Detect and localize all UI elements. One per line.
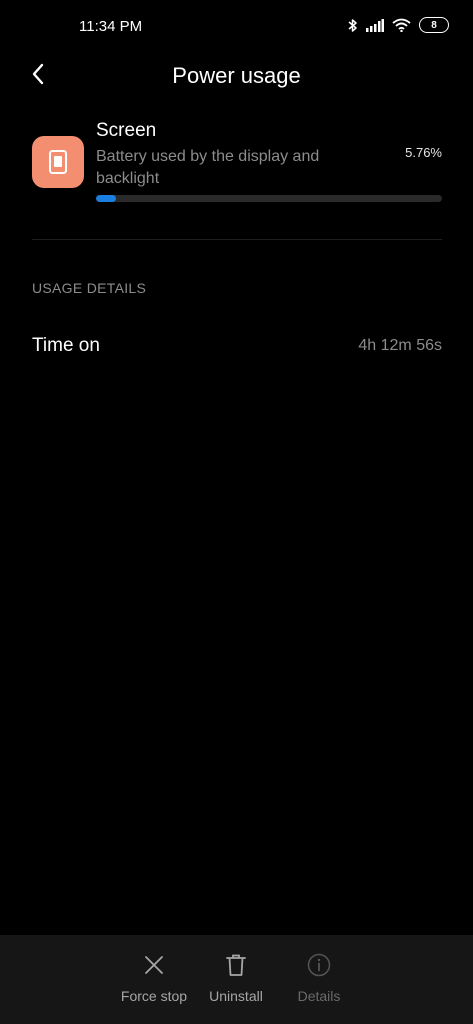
trash-icon bbox=[224, 953, 248, 982]
signal-icon bbox=[366, 18, 384, 32]
page-title: Power usage bbox=[172, 63, 301, 88]
usage-percent: 5.76% bbox=[405, 145, 442, 160]
usage-progress-fill bbox=[96, 195, 116, 202]
battery-icon: 8 bbox=[419, 17, 449, 33]
detail-row-time-on: Time on 4h 12m 56s bbox=[32, 333, 442, 361]
wifi-icon bbox=[392, 18, 411, 32]
divider bbox=[32, 239, 442, 240]
force-stop-button[interactable]: Force stop bbox=[118, 953, 190, 1004]
detail-value: 4h 12m 56s bbox=[358, 337, 442, 354]
uninstall-label: Uninstall bbox=[209, 988, 263, 1004]
detail-label: Time on bbox=[32, 335, 100, 356]
force-stop-label: Force stop bbox=[120, 988, 188, 1004]
details-label: Details bbox=[297, 988, 341, 1004]
header: Power usage bbox=[0, 52, 473, 100]
uninstall-button[interactable]: Uninstall bbox=[200, 953, 272, 1004]
power-usage-screen: 11:34 PM 8 Power usage Screen Battery us… bbox=[0, 0, 473, 1024]
usage-progress-bar bbox=[96, 195, 442, 202]
bluetooth-icon bbox=[348, 18, 358, 33]
item-description: Battery used by the display and backligh… bbox=[96, 148, 320, 187]
status-bar: 11:34 PM 8 bbox=[0, 0, 473, 50]
screen-usage-item[interactable]: Screen Battery used by the display and b… bbox=[32, 120, 442, 210]
item-title: Screen bbox=[96, 120, 157, 141]
close-icon bbox=[142, 953, 166, 982]
bottom-action-bar: Force stop Uninstall Details bbox=[0, 935, 473, 1024]
tablet-screen-icon bbox=[32, 136, 84, 188]
status-time: 11:34 PM bbox=[79, 18, 143, 35]
status-icons: 8 bbox=[348, 17, 449, 33]
info-icon bbox=[307, 953, 331, 982]
details-button[interactable]: Details bbox=[283, 953, 355, 1004]
section-header-usage-details: USAGE DETAILS bbox=[32, 280, 147, 296]
